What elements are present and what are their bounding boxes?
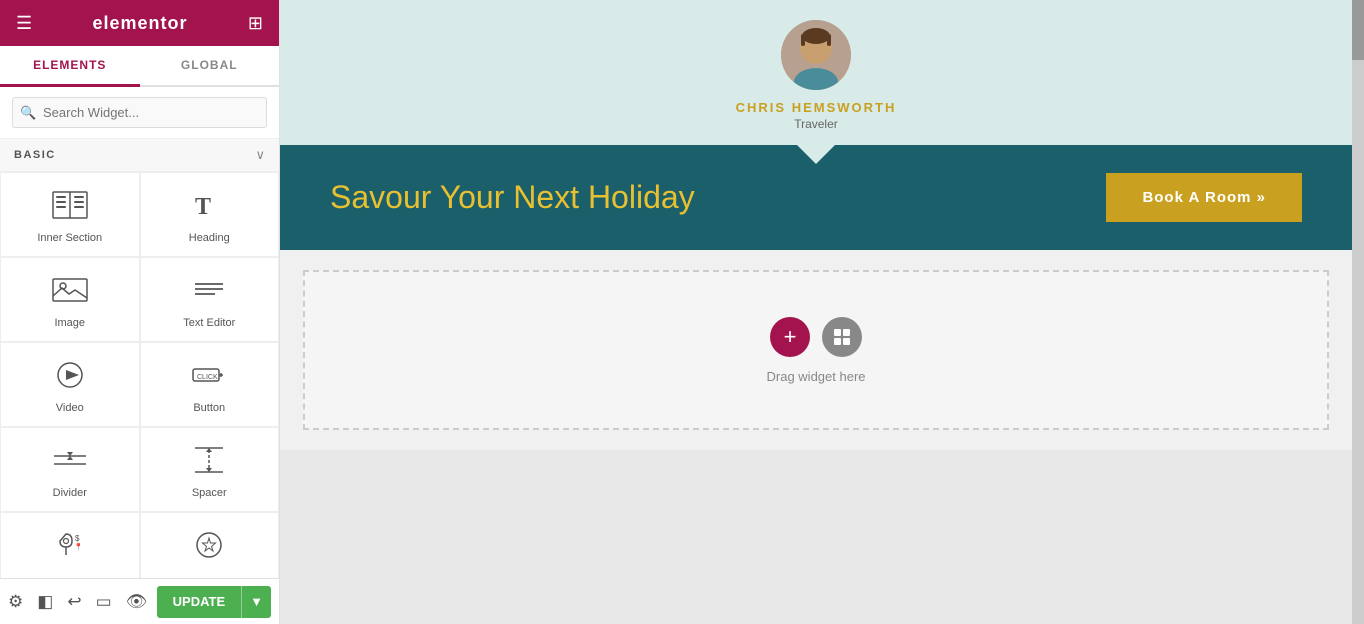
scrollbar-thumb[interactable] bbox=[1352, 0, 1364, 60]
scrollbar[interactable] bbox=[1352, 0, 1364, 624]
responsive-icon[interactable]: ▭ bbox=[96, 592, 112, 612]
svg-text:CLICK: CLICK bbox=[197, 374, 218, 381]
profile-name: CHRIS HEMSWORTH bbox=[280, 100, 1352, 115]
banner-text-main: Savour Your Next bbox=[330, 179, 588, 215]
canvas-scroll: CHRIS HEMSWORTH Traveler Savour Your Nex… bbox=[280, 0, 1352, 450]
drag-buttons: + bbox=[770, 317, 862, 357]
basic-section-header[interactable]: BASIC ∨ bbox=[0, 139, 279, 172]
widget-divider-label: Divider bbox=[53, 487, 87, 499]
avatar bbox=[781, 20, 851, 90]
chevron-down-icon: ∨ bbox=[255, 147, 265, 163]
template-button[interactable] bbox=[822, 317, 862, 357]
layers-icon[interactable]: ◧ bbox=[37, 592, 53, 612]
widget-video-label: Video bbox=[56, 402, 84, 414]
widget-inner-section[interactable]: Inner Section bbox=[0, 172, 140, 257]
search-bar: 🔍 bbox=[0, 87, 279, 139]
widget-text-editor[interactable]: Text Editor bbox=[140, 257, 280, 342]
grid-icon[interactable]: ⊞ bbox=[248, 13, 263, 34]
canvas-area: CHRIS HEMSWORTH Traveler Savour Your Nex… bbox=[280, 0, 1352, 624]
svg-text:📍: 📍 bbox=[74, 542, 83, 551]
tab-elements[interactable]: ELEMENTS bbox=[0, 46, 140, 87]
elementor-logo: elementor bbox=[93, 13, 188, 34]
spacer-icon bbox=[191, 446, 227, 479]
inner-section-icon bbox=[52, 191, 88, 224]
settings-icon[interactable]: ⚙ bbox=[8, 592, 23, 612]
profile-role: Traveler bbox=[280, 115, 1352, 145]
panel-tabs: ELEMENTS GLOBAL bbox=[0, 46, 279, 87]
tab-global[interactable]: GLOBAL bbox=[140, 46, 280, 87]
drag-widget-area[interactable]: + Drag widget here bbox=[303, 270, 1329, 430]
bottom-toolbar: ⚙ ◧ ↩ ▭ 👁 UPDATE ▼ bbox=[0, 578, 279, 624]
divider-icon bbox=[52, 446, 88, 479]
profile-section: CHRIS HEMSWORTH Traveler bbox=[280, 0, 1352, 145]
book-room-button[interactable]: Book A Room » bbox=[1106, 173, 1302, 222]
banner-text-highlight: Holiday bbox=[588, 179, 695, 215]
drag-label: Drag widget here bbox=[767, 369, 866, 384]
widget-star[interactable] bbox=[140, 512, 280, 578]
widget-text-editor-label: Text Editor bbox=[183, 317, 235, 329]
star-circle-icon bbox=[191, 531, 227, 564]
update-arrow-icon[interactable]: ▼ bbox=[242, 586, 271, 618]
widget-inner-section-label: Inner Section bbox=[37, 232, 102, 244]
widget-image[interactable]: Image bbox=[0, 257, 140, 342]
image-icon bbox=[52, 276, 88, 309]
eye-icon[interactable]: 👁 bbox=[126, 592, 148, 612]
avatar-svg bbox=[781, 20, 851, 90]
update-button[interactable]: UPDATE ▼ bbox=[157, 586, 271, 618]
button-icon: CLICK bbox=[191, 361, 227, 394]
banner-section: Savour Your Next Holiday Book A Room » bbox=[280, 145, 1352, 250]
widget-image-label: Image bbox=[54, 317, 85, 329]
svg-text:T: T bbox=[195, 194, 211, 219]
text-editor-icon bbox=[191, 276, 227, 309]
svg-text:$: $ bbox=[75, 534, 80, 543]
banner-triangle-decoration bbox=[796, 144, 836, 164]
heading-icon: T bbox=[191, 191, 227, 224]
update-label: UPDATE bbox=[157, 586, 242, 618]
widget-video[interactable]: Video bbox=[0, 342, 140, 427]
drag-section-wrapper: + Drag widget here bbox=[280, 250, 1352, 450]
history-icon[interactable]: ↩ bbox=[67, 592, 81, 612]
banner-text: Savour Your Next Holiday bbox=[330, 179, 695, 216]
left-panel: ☰ elementor ⊞ ELEMENTS GLOBAL 🔍 BASIC ∨ bbox=[0, 0, 280, 624]
basic-section-label: BASIC bbox=[14, 149, 56, 161]
widget-spacer[interactable]: Spacer bbox=[140, 427, 280, 512]
widget-heading[interactable]: T Heading bbox=[140, 172, 280, 257]
search-input[interactable] bbox=[12, 97, 267, 128]
search-icon: 🔍 bbox=[20, 105, 36, 121]
widget-heading-label: Heading bbox=[189, 232, 230, 244]
widgets-grid: Inner Section T Heading Image bbox=[0, 172, 279, 578]
bottom-icons: ⚙ ◧ ↩ ▭ 👁 bbox=[8, 592, 147, 612]
video-icon bbox=[52, 361, 88, 394]
widget-map[interactable]: $ 📍 bbox=[0, 512, 140, 578]
widget-button-label: Button bbox=[193, 402, 225, 414]
widget-button[interactable]: CLICK Button bbox=[140, 342, 280, 427]
map-pin-icon: $ 📍 bbox=[52, 531, 88, 564]
widget-divider[interactable]: Divider bbox=[0, 427, 140, 512]
hamburger-icon[interactable]: ☰ bbox=[16, 13, 32, 34]
panel-header: ☰ elementor ⊞ bbox=[0, 0, 279, 46]
add-widget-button[interactable]: + bbox=[770, 317, 810, 357]
widget-spacer-label: Spacer bbox=[192, 487, 227, 499]
